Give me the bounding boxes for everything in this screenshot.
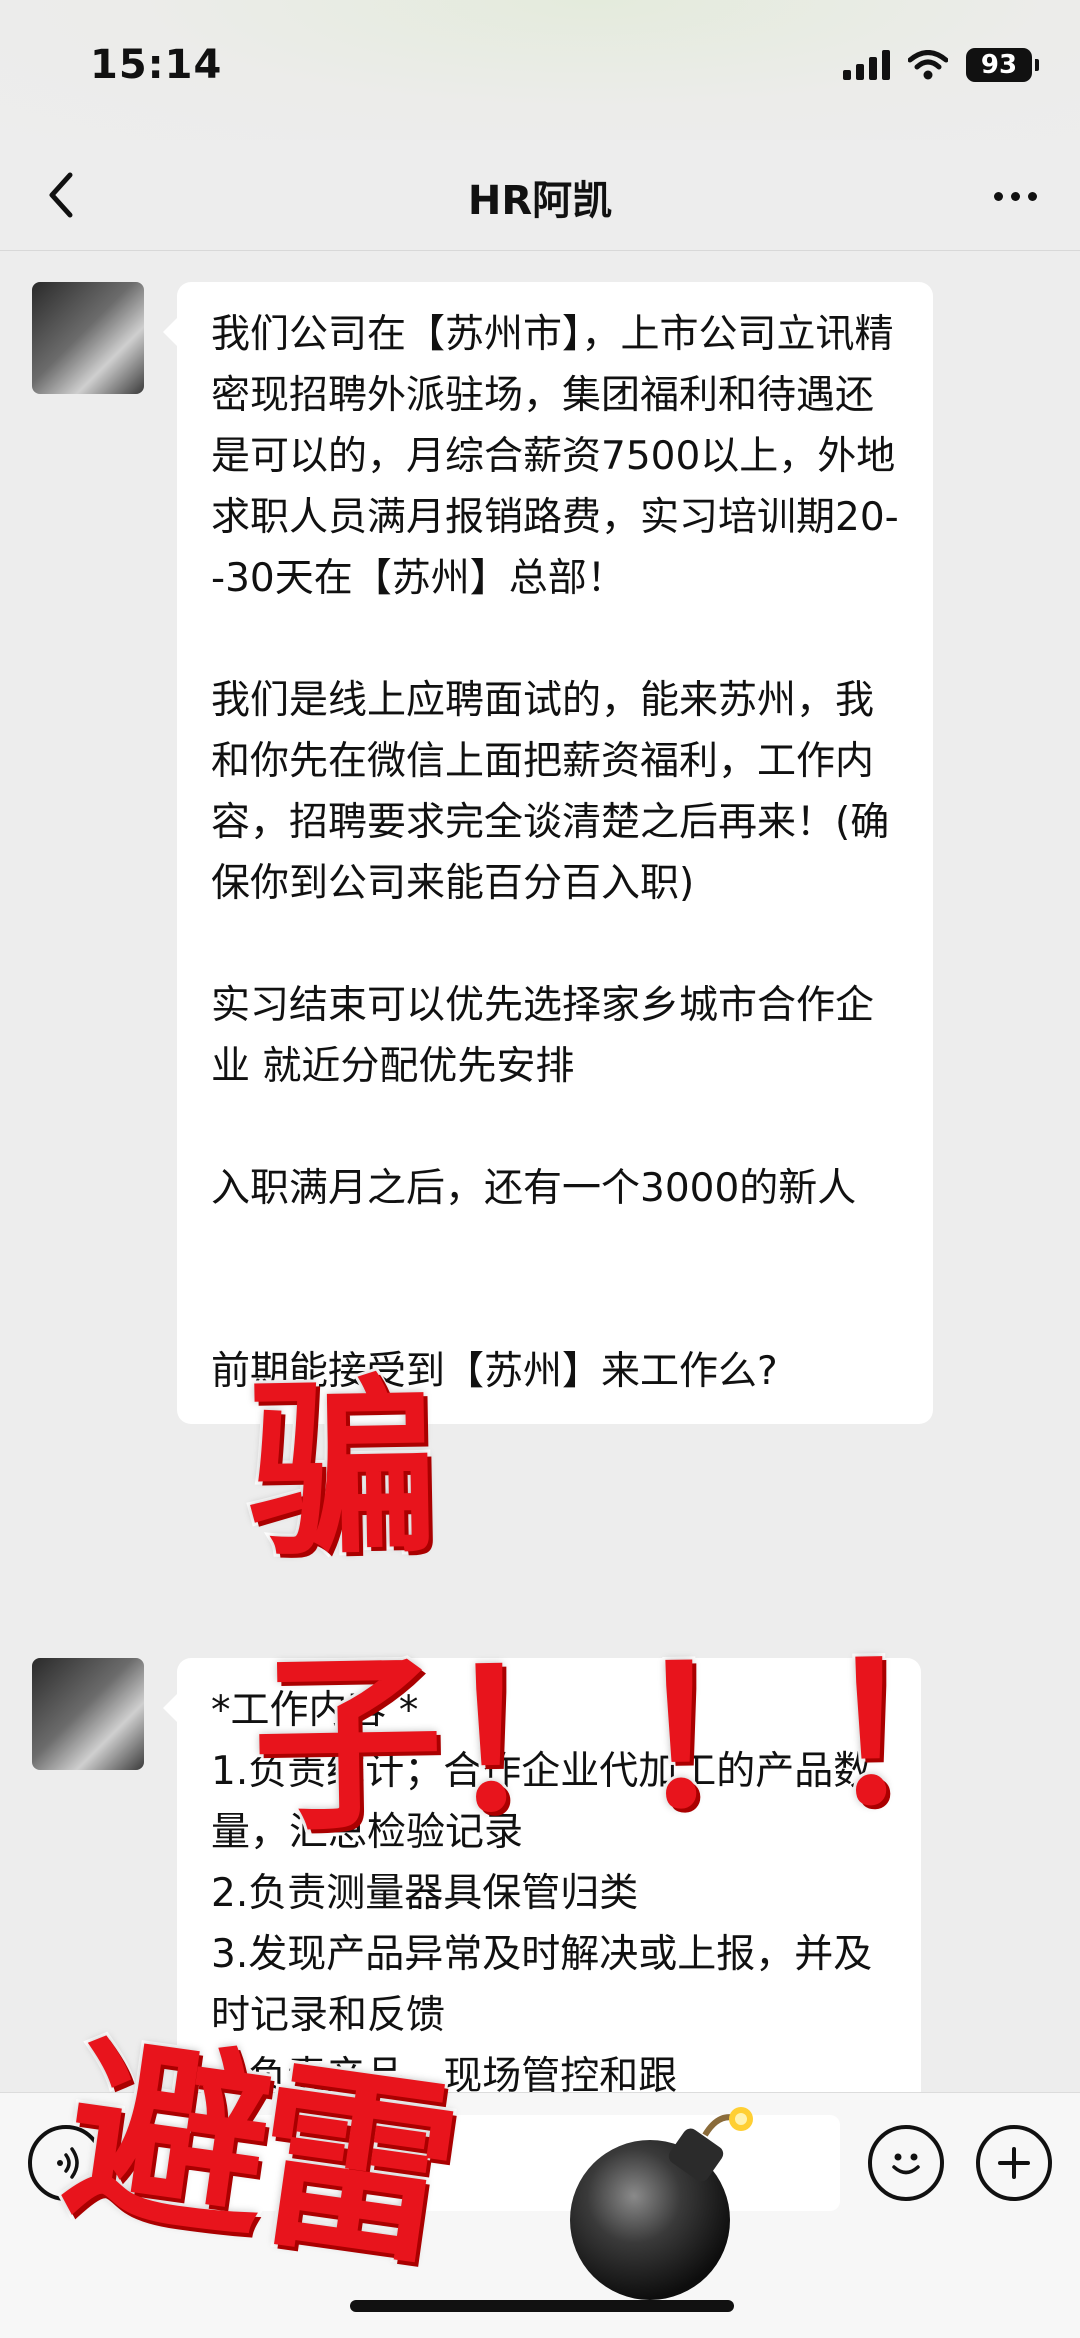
battery-indicator: 93: [966, 48, 1039, 82]
ellipsis-icon: [993, 191, 1003, 201]
avatar[interactable]: [32, 1658, 144, 1770]
message-paragraph: 实习结束可以优先选择家乡城市合作企业 就近分配优先安排: [211, 983, 875, 1089]
scam-warning-sticker: 骗子！！！: [243, 1355, 1018, 1860]
plus-button[interactable]: [976, 2125, 1052, 2201]
ellipsis-dot: [1010, 191, 1020, 201]
chat-title: HR阿凯: [467, 178, 613, 224]
status-bar: 15:14 93: [0, 0, 1080, 140]
wifi-icon: [908, 50, 948, 80]
avoid-warning-sticker: 避雷: [50, 2009, 465, 2299]
status-icons: 93: [843, 48, 1039, 82]
message-bubble[interactable]: 我们公司在【苏州市】，上市公司立讯精密现招聘外派驻场，集团福利和待遇还是可以的，…: [163, 282, 933, 1424]
avatar[interactable]: [32, 282, 144, 394]
message-paragraph: 我们是线上应聘面试的，能来苏州，我和你先在微信上面把薪资福利，工作内容，招聘要求…: [211, 678, 890, 906]
more-options-button[interactable]: [980, 168, 1050, 224]
cellular-signal-icon: [843, 50, 890, 80]
bomb-icon: [570, 2107, 753, 2300]
home-indicator: [350, 2300, 734, 2312]
status-time: 15:14: [90, 42, 223, 88]
message-paragraph: 我们公司在【苏州市】，上市公司立讯精密现招聘外派驻场，集团福利和待遇还是可以的，…: [211, 312, 899, 601]
ellipsis-dot: [1027, 191, 1037, 201]
emoji-button[interactable]: [868, 2125, 944, 2201]
message-line: 2.负责测量器具保管归类: [211, 1871, 639, 1916]
nav-bar: HR阿凯: [0, 140, 1080, 251]
plus-icon: [998, 2147, 1030, 2179]
emoji-icon: [892, 2153, 920, 2175]
message-paragraph: 入职满月之后，还有一个3000的新人: [211, 1166, 857, 1211]
